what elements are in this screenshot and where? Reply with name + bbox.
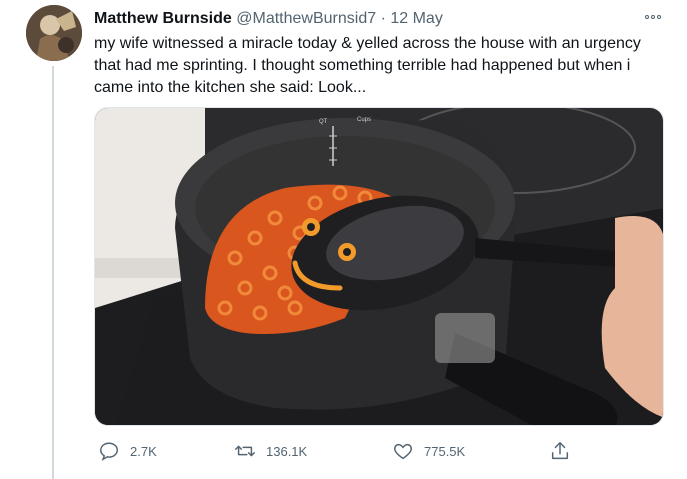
- like-button[interactable]: 775.5K: [392, 438, 465, 464]
- share-button[interactable]: [549, 438, 571, 464]
- more-options-icon[interactable]: [641, 9, 665, 25]
- display-name[interactable]: Matthew Burnside: [94, 10, 232, 27]
- tweet-media-image[interactable]: QT Cups: [94, 107, 664, 426]
- share-icon: [551, 442, 569, 460]
- reply-icon: [100, 442, 118, 461]
- tweet-header: Matthew Burnside @MatthewBurnsid7 · 12 M…: [94, 9, 443, 29]
- tweet-date[interactable]: 12 May: [390, 10, 442, 27]
- avatar-image: [26, 5, 82, 61]
- retweet-icon: [235, 445, 255, 457]
- retweet-button[interactable]: 136.1K: [234, 438, 307, 464]
- heart-icon: [394, 443, 412, 460]
- reply-button[interactable]: 2.7K: [98, 438, 157, 464]
- avatar[interactable]: [26, 5, 82, 61]
- handle[interactable]: @MatthewBurnsid7: [236, 10, 376, 27]
- tweet-actions: 2.7K 136.1K 775.5K: [94, 438, 574, 464]
- reply-count: 2.7K: [130, 443, 157, 459]
- tweet-text: my wife witnessed a miracle today & yell…: [94, 35, 641, 96]
- pot-label-qt: QT: [319, 119, 328, 125]
- separator: ·: [380, 10, 386, 27]
- like-count: 775.5K: [424, 443, 466, 459]
- thread-line: [52, 66, 54, 479]
- retweet-count: 136.1K: [266, 443, 308, 459]
- pot-label-cups: Cups: [357, 117, 371, 123]
